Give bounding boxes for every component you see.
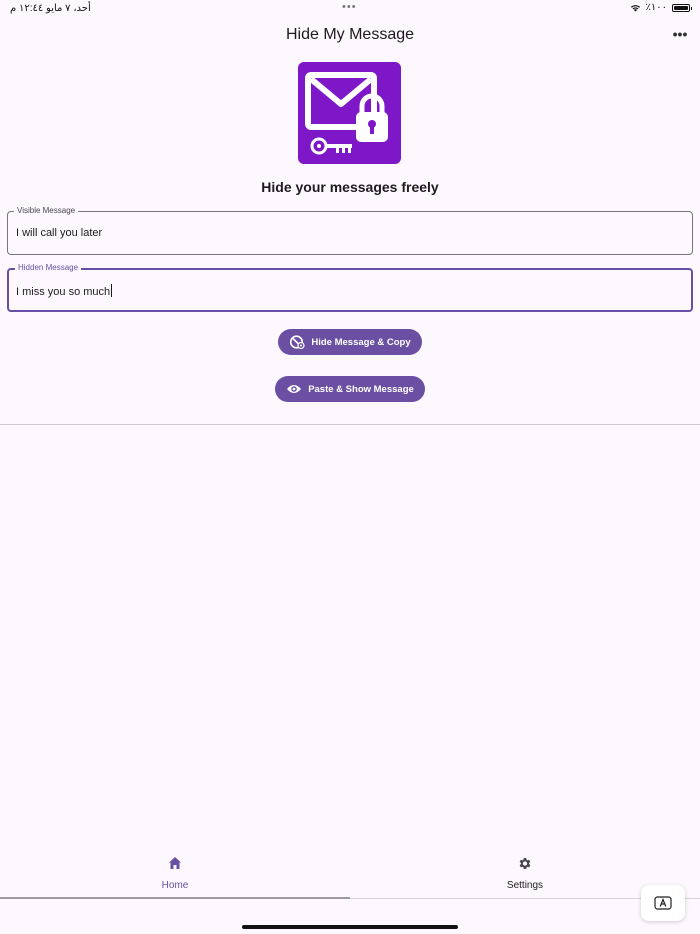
hide-message-copy-button[interactable]: Hide Message & Copy [278, 329, 422, 355]
more-options-button[interactable]: ••• [670, 26, 690, 46]
text-caret [111, 284, 113, 297]
keyboard-a-icon [654, 896, 672, 910]
status-time: أحد، ٧ مايو ١٢:٤٤ م [10, 3, 91, 14]
tagline: Hide your messages freely [261, 179, 439, 195]
app-logo [298, 62, 401, 164]
hide-message-copy-label: Hide Message & Copy [311, 336, 411, 348]
wifi-icon [630, 4, 640, 12]
status-right: ٪١٠٠ [630, 2, 692, 13]
battery-icon [672, 3, 692, 12]
nav-home-label: Home [161, 880, 189, 891]
paste-show-message-button[interactable]: Paste & Show Message [275, 376, 425, 402]
gear-icon [519, 858, 531, 869]
nav-item-home[interactable]: Home [0, 848, 350, 900]
hidden-message-field[interactable]: Hidden Message I miss you so much [7, 263, 693, 312]
content-divider [0, 424, 700, 425]
home-indicator[interactable] [242, 925, 458, 929]
app-title: Hide My Message [285, 26, 415, 43]
visible-message-field[interactable]: Visible Message I will call you later [7, 206, 693, 255]
nav-selected-indicator [0, 897, 350, 899]
paste-show-message-label: Paste & Show Message [308, 383, 414, 395]
visible-message-input[interactable]: I will call you later [16, 227, 102, 239]
home-icon [169, 857, 181, 869]
hidden-message-input[interactable]: I miss you so much [16, 284, 113, 298]
mail-lock-icon [305, 72, 388, 155]
status-bar: أحد، ٧ مايو ١٢:٤٤ م ••• ٪١٠٠ [0, 0, 700, 18]
eye-icon [287, 385, 302, 393]
visible-message-label: Visible Message [14, 206, 79, 215]
visibility-off-icon [290, 335, 305, 350]
multitasking-dots[interactable]: ••• [342, 1, 357, 13]
keyboard-shortcut-button[interactable] [641, 885, 685, 921]
battery-percent: ٪١٠٠ [645, 2, 668, 13]
hidden-message-label: Hidden Message [15, 263, 82, 272]
hidden-message-text: I miss you so much [16, 286, 111, 298]
bottom-navigation: Home Settings [0, 848, 700, 900]
